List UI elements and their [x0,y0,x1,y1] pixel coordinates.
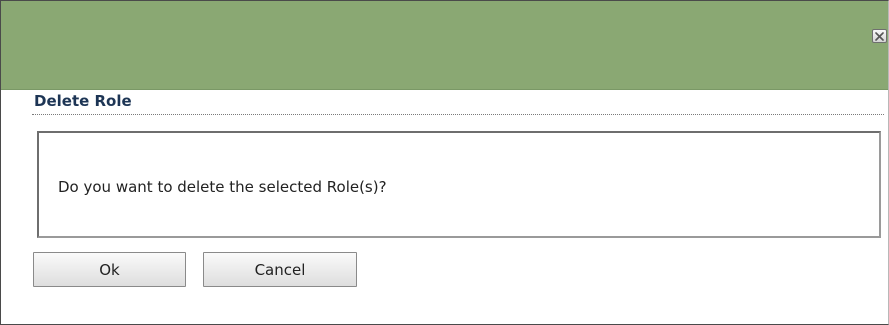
ok-button[interactable]: Ok [33,252,186,287]
confirmation-message: Do you want to delete the selected Role(… [58,178,387,196]
cancel-button[interactable]: Cancel [203,252,357,287]
close-button[interactable] [872,29,887,43]
close-icon [875,31,884,41]
dialog-titlebar[interactable] [1,1,888,90]
message-box: Do you want to delete the selected Role(… [37,131,881,238]
dialog-heading: Delete Role [34,92,132,110]
heading-divider [32,114,884,115]
delete-role-dialog: Delete Role Do you want to delete the se… [0,0,889,325]
